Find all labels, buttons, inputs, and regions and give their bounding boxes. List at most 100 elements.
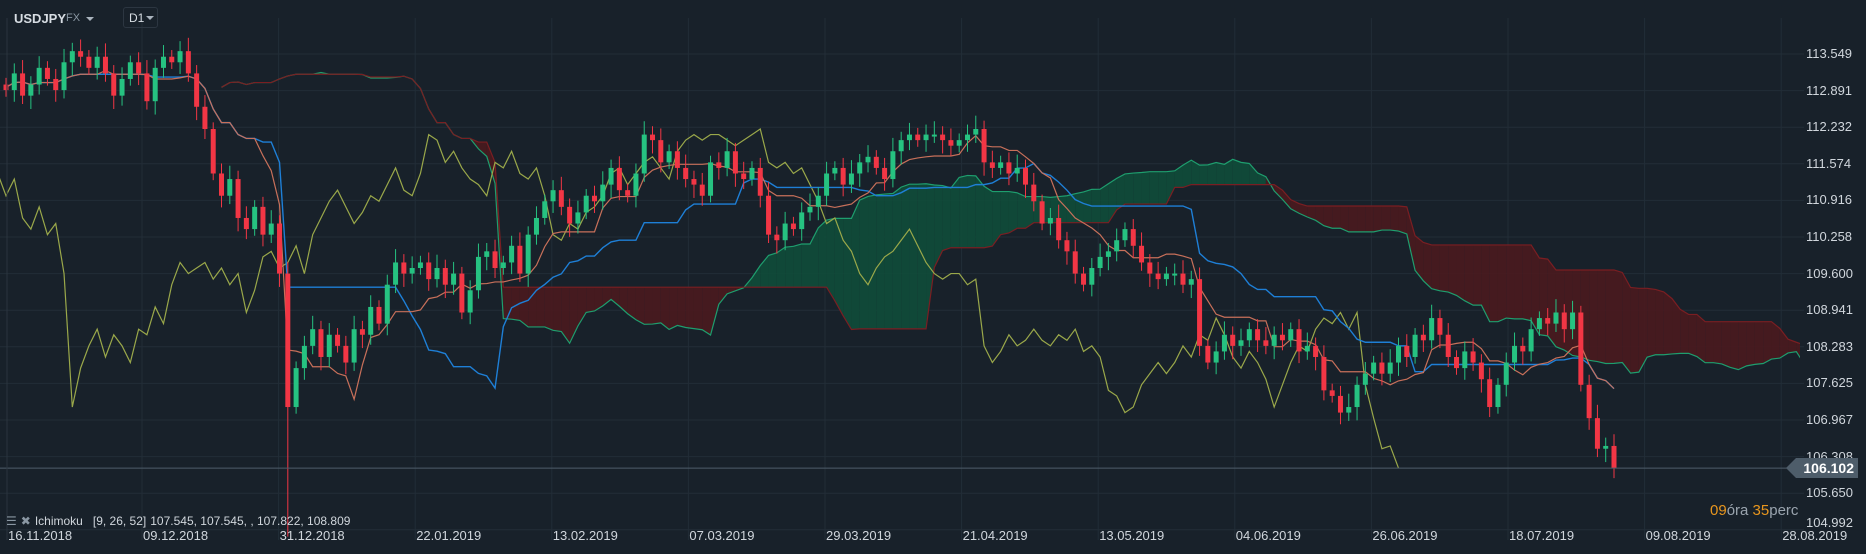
- cloud-bear-segment: [660, 287, 670, 330]
- chevron-down-icon: [86, 17, 94, 21]
- indicator-params: [9, 26, 52]: [92, 514, 147, 528]
- cloud-bull-segment: [1207, 162, 1217, 185]
- candle-bullish: [848, 173, 854, 185]
- candle-bearish: [1279, 334, 1285, 341]
- timeframe-selector[interactable]: D1: [123, 7, 158, 28]
- countdown-hours-unit: óra: [1726, 502, 1749, 519]
- cloud-bear-segment: [1398, 206, 1407, 234]
- cloud-bear-segment: [1282, 190, 1291, 209]
- cloud-bear-segment: [1713, 321, 1722, 364]
- countdown-hours: 09: [1710, 502, 1727, 519]
- candle-bullish: [1238, 340, 1244, 346]
- cloud-bull-segment: [768, 252, 777, 288]
- candle-bullish: [61, 62, 67, 91]
- cloud-bear-segment: [644, 287, 653, 325]
- candle-bullish: [509, 245, 515, 263]
- candle-bullish: [1346, 407, 1352, 413]
- candle-bullish: [1495, 384, 1501, 408]
- candle-bearish: [20, 73, 26, 96]
- candle-bearish: [285, 273, 291, 408]
- candle-bearish: [1520, 345, 1526, 352]
- cloud-bull-segment: [1133, 172, 1142, 205]
- candle-bearish: [882, 167, 888, 180]
- cloud-bull-segment: [1241, 162, 1250, 185]
- candle-bullish: [807, 206, 813, 213]
- chevron-down-icon: [146, 16, 154, 20]
- candle-bearish: [1321, 356, 1327, 391]
- date-tick-label: 31.12.2018: [279, 528, 345, 543]
- cloud-bull-segment: [1141, 171, 1150, 205]
- candle-bearish: [86, 56, 92, 68]
- cloud-bear-segment: [1332, 206, 1341, 229]
- cloud-bear-segment: [594, 287, 603, 311]
- cloud-bear-segment: [1522, 244, 1532, 321]
- candle-bearish: [840, 167, 846, 185]
- price-chart[interactable]: [0, 0, 1866, 554]
- cloud-bull-segment: [801, 243, 810, 288]
- candle-bullish: [931, 134, 937, 137]
- price-tick-label: 110.258: [1806, 229, 1853, 244]
- countdown-minutes-unit: perc: [1769, 502, 1799, 519]
- candle-bullish: [368, 306, 374, 335]
- candle-bearish: [111, 73, 117, 96]
- candle-bearish: [1478, 362, 1484, 380]
- cloud-bull-segment: [859, 196, 869, 329]
- candle-bearish: [144, 73, 150, 102]
- price-tick-label: 107.625: [1806, 375, 1853, 391]
- candle-bearish: [44, 67, 50, 79]
- candle-bullish: [641, 134, 647, 174]
- candle-bullish: [1512, 345, 1518, 363]
- price-tick-label: 112.232: [1806, 119, 1853, 135]
- candle-bearish: [616, 167, 622, 191]
- candle-bullish: [393, 262, 399, 285]
- cloud-bear-segment: [1589, 269, 1598, 362]
- close-icon[interactable]: ✖: [21, 514, 31, 528]
- candle-bullish: [409, 268, 415, 274]
- cloud-bull-segment: [818, 220, 827, 288]
- candle-bullish: [956, 140, 962, 146]
- candle-bullish: [467, 290, 473, 313]
- symbol-label[interactable]: USDJPY: [14, 11, 66, 26]
- cloud-bear-segment: [1730, 321, 1739, 370]
- cloud-bull-segment: [1017, 192, 1026, 229]
- candle-bearish: [790, 223, 796, 230]
- candle-bullish: [293, 368, 299, 408]
- candle-bullish: [94, 56, 100, 68]
- candle-bullish: [11, 73, 17, 91]
- candle-bullish: [923, 134, 929, 141]
- cloud-bear-segment: [1605, 269, 1614, 364]
- cloud-bear-segment: [1763, 321, 1772, 364]
- candle-bullish: [1503, 362, 1509, 385]
- candle-bullish: [550, 190, 556, 202]
- candle-countdown: 09óra 35perc: [1710, 502, 1798, 519]
- market-label: FX: [66, 12, 81, 24]
- date-tick-label: 26.06.2019: [1372, 528, 1438, 543]
- candle-bullish: [1047, 217, 1053, 224]
- candle-bullish: [1371, 362, 1377, 374]
- settings-icon[interactable]: ☰: [6, 514, 17, 528]
- candle-bullish: [351, 329, 357, 363]
- date-tick-label: 13.02.2019: [552, 528, 618, 543]
- candle-bullish: [1362, 373, 1368, 385]
- cloud-bear-segment: [1721, 321, 1731, 368]
- cloud-bear-segment: [503, 287, 512, 320]
- candle-bearish: [260, 206, 266, 235]
- cloud-bull-segment: [1124, 173, 1134, 205]
- candle-bullish: [36, 67, 42, 85]
- cloud-bull-segment: [1249, 163, 1258, 185]
- cloud-bear-segment: [1655, 289, 1664, 355]
- price-tick-label: 112.891: [1806, 82, 1853, 98]
- market-selector[interactable]: FX: [66, 12, 94, 24]
- cloud-bear-segment: [1705, 321, 1714, 363]
- cloud-bull-segment: [992, 191, 1001, 247]
- cloud-bear-segment: [1365, 206, 1374, 232]
- date-tick-label: 07.03.2019: [689, 528, 755, 543]
- candle-bullish: [857, 162, 863, 174]
- candle-bullish: [1288, 329, 1294, 341]
- candle-bullish: [898, 140, 904, 152]
- cloud-bear-segment: [1630, 287, 1639, 374]
- candle-bearish: [650, 134, 656, 141]
- candle-bullish: [1163, 273, 1169, 280]
- date-tick-label: 28.08.2019: [1782, 528, 1848, 543]
- cloud-bull-segment: [975, 175, 985, 248]
